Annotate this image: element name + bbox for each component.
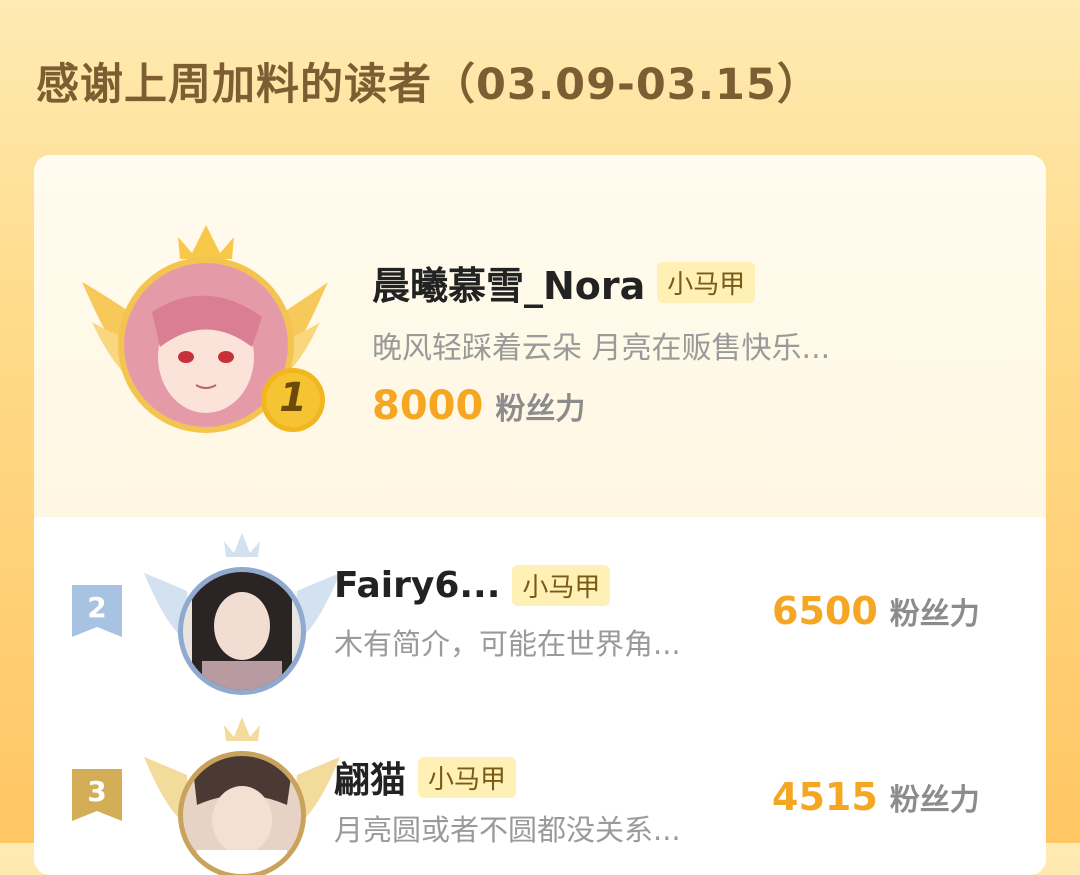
name-row-1: 晨曦慕雪_Nora 小马甲 <box>372 255 756 310</box>
leaderboard-item-3[interactable]: 3 翩猫 小马甲 月亮圆或者不圆都没关系... 4515 粉丝力 <box>34 707 1046 875</box>
username-2[interactable]: Fairy6... <box>334 565 500 606</box>
rank-number-2: 2 <box>87 591 107 624</box>
name-row-2: Fairy6... 小马甲 <box>334 565 611 606</box>
avatar-2-frame <box>142 531 342 701</box>
leaderboard-item-1[interactable]: 1 晨曦慕雪_Nora 小马甲 晚风轻踩着云朵 月亮在贩售快乐... 8000 … <box>34 155 1046 517</box>
silver-wings-icon <box>144 533 340 695</box>
vip-badge-1: 小马甲 <box>657 262 756 303</box>
power-label-1: 粉丝力 <box>495 392 586 427</box>
username-1[interactable]: 晨曦慕雪_Nora <box>372 255 645 310</box>
power-value-3: 4515 <box>772 775 878 819</box>
bio-1: 晚风轻踩着云朵 月亮在贩售快乐... <box>372 331 831 366</box>
power-row-3: 4515 粉丝力 <box>772 775 980 819</box>
username-3[interactable]: 翩猫 <box>334 751 406 803</box>
avatar-1-frame: 1 <box>82 217 332 457</box>
rank-medal-1: 1 <box>260 367 326 433</box>
leaderboard-item-2[interactable]: 2 Fairy6... 小马甲 木有简介，可能在世界角... 6500 粉丝力 <box>34 517 1046 707</box>
rank-ribbon-3: 3 <box>72 769 122 821</box>
power-row-1: 8000 粉丝力 <box>372 383 585 429</box>
power-row-2: 6500 粉丝力 <box>772 589 980 633</box>
power-value-2: 6500 <box>772 589 878 633</box>
page-title: 感谢上周加料的读者（03.09-03.15） <box>36 60 821 110</box>
vip-badge-3: 小马甲 <box>418 756 517 798</box>
power-label-3: 粉丝力 <box>889 783 980 818</box>
rank-number-1: 1 <box>279 375 307 421</box>
bio-2: 木有简介，可能在世界角... <box>334 627 681 661</box>
avatar-3-frame <box>142 715 342 875</box>
leaderboard-panel: 1 晨曦慕雪_Nora 小马甲 晚风轻踩着云朵 月亮在贩售快乐... 8000 … <box>34 155 1046 875</box>
vip-badge-2: 小马甲 <box>512 565 611 606</box>
bronze-wings-icon <box>144 717 340 875</box>
power-value-1: 8000 <box>372 383 484 429</box>
power-label-2: 粉丝力 <box>889 597 980 632</box>
rank-ribbon-2: 2 <box>72 585 122 637</box>
name-row-3: 翩猫 小马甲 <box>334 751 517 803</box>
rank-number-3: 3 <box>87 775 107 808</box>
